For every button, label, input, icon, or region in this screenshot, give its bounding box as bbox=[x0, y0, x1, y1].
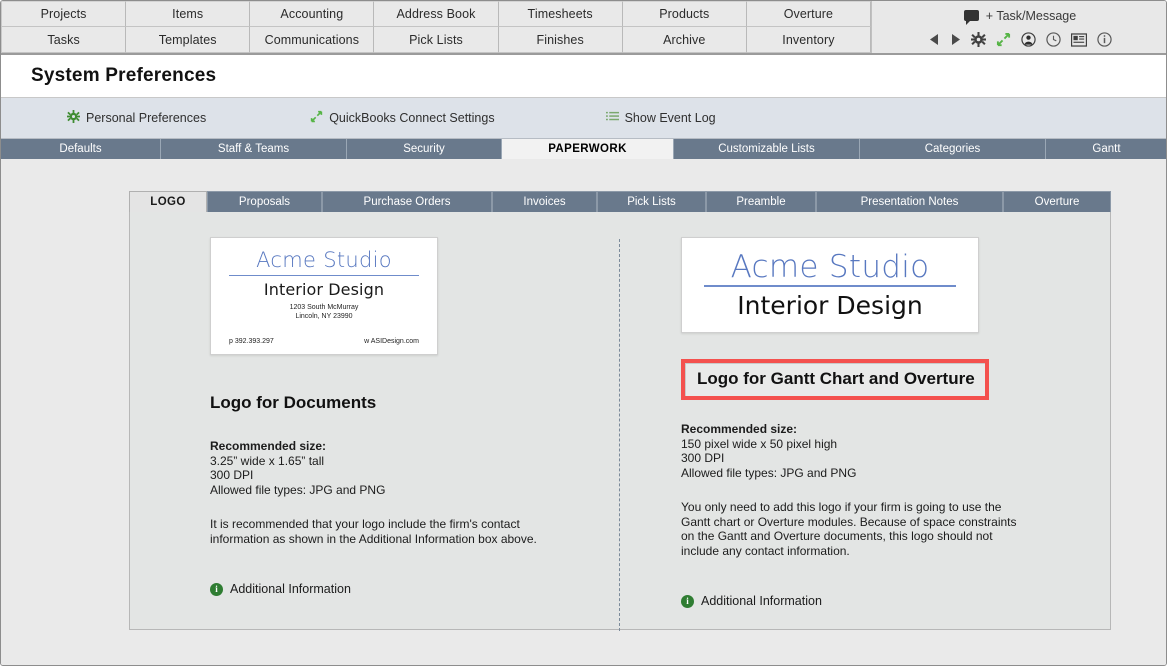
sub-tab-pick-lists[interactable]: Pick Lists bbox=[597, 191, 706, 212]
action-bar: Personal Preferences QuickBooks Connect … bbox=[1, 98, 1166, 139]
sub-tab-purchase-orders[interactable]: Purchase Orders bbox=[322, 191, 492, 212]
task-message-label: + Task/Message bbox=[985, 8, 1077, 23]
logo-subtitle: Interior Design bbox=[263, 280, 385, 299]
card-icon[interactable] bbox=[1070, 32, 1087, 47]
rec-dpi: 300 DPI bbox=[210, 468, 254, 482]
logo-address-line-1: 1203 South McMurray bbox=[289, 304, 359, 311]
info-icon: i bbox=[681, 594, 694, 608]
additional-information-link[interactable]: i Additional Information bbox=[210, 582, 600, 596]
document-logo-preview[interactable]: Acme Studio Interior Design 1203 South M… bbox=[210, 237, 438, 355]
logo-rule bbox=[229, 275, 419, 276]
page-header: System Preferences bbox=[1, 53, 1166, 98]
expand-arrows-icon[interactable] bbox=[996, 32, 1011, 47]
message-bubble-icon bbox=[963, 10, 979, 25]
module-tab-address-book[interactable]: Address Book bbox=[374, 1, 499, 27]
module-tab-row-1: Projects Items Accounting Address Book T… bbox=[1, 1, 871, 27]
documents-recommended-size: Recommended size: 3.25” wide x 1.65” tal… bbox=[210, 439, 600, 497]
sub-tab-presentation-notes[interactable]: Presentation Notes bbox=[816, 191, 1003, 212]
additional-information-label: Additional Information bbox=[701, 594, 822, 608]
additional-information-label: Additional Information bbox=[230, 582, 351, 596]
module-tab-communications[interactable]: Communications bbox=[250, 27, 375, 53]
info-icon[interactable] bbox=[1096, 32, 1112, 47]
expand-arrows-icon bbox=[310, 110, 323, 126]
module-tab-archive[interactable]: Archive bbox=[622, 27, 747, 53]
module-tab-templates[interactable]: Templates bbox=[126, 27, 251, 53]
logo-company-name: Acme Studio bbox=[256, 248, 392, 272]
section-tab-gantt[interactable]: Gantt bbox=[1046, 139, 1166, 159]
module-tab-row-2: Tasks Templates Communications Pick List… bbox=[1, 27, 871, 53]
application-window: Projects Items Accounting Address Book T… bbox=[0, 0, 1167, 666]
quickbooks-connect-settings-link[interactable]: QuickBooks Connect Settings bbox=[310, 110, 495, 126]
rec-file-types: Allowed file types: JPG and PNG bbox=[210, 482, 386, 497]
logo-subtitle: Interior Design bbox=[737, 291, 923, 320]
logo-website: w ASIDesign.com bbox=[364, 338, 419, 345]
event-log-label: Show Event Log bbox=[624, 111, 716, 125]
gantt-logo-preview[interactable]: Acme Studio Interior Design bbox=[681, 237, 979, 333]
documents-description: It is recommended that your logo include… bbox=[210, 517, 537, 546]
sub-tab-logo[interactable]: LOGO bbox=[129, 191, 207, 212]
module-tab-items[interactable]: Items bbox=[126, 1, 251, 27]
gear-icon bbox=[67, 110, 80, 126]
rec-dimensions: 150 pixel wide x 50 pixel high bbox=[681, 436, 838, 451]
section-tab-staff-teams[interactable]: Staff & Teams bbox=[161, 139, 347, 159]
sub-tab-overture[interactable]: Overture bbox=[1003, 191, 1111, 212]
module-tab-finishes[interactable]: Finishes bbox=[498, 27, 623, 53]
gantt-logo-heading: Logo for Gantt Chart and Overture bbox=[697, 369, 975, 388]
module-tab-products[interactable]: Products bbox=[622, 1, 747, 27]
back-arrow-icon[interactable] bbox=[929, 33, 940, 46]
module-tab-tasks[interactable]: Tasks bbox=[1, 27, 127, 53]
sub-tab-proposals[interactable]: Proposals bbox=[207, 191, 322, 212]
additional-information-link[interactable]: i Additional Information bbox=[681, 594, 1081, 608]
sub-tab-invoices[interactable]: Invoices bbox=[492, 191, 597, 212]
rec-title: Recommended size: bbox=[210, 439, 327, 453]
rec-file-types: Allowed file types: JPG and PNG bbox=[681, 465, 857, 480]
show-event-log-link[interactable]: Show Event Log bbox=[605, 111, 716, 126]
module-tab-accounting[interactable]: Accounting bbox=[250, 1, 375, 27]
module-tab-grid: Projects Items Accounting Address Book T… bbox=[1, 1, 871, 53]
module-tab-overture[interactable]: Overture bbox=[746, 1, 871, 27]
forward-arrow-icon[interactable] bbox=[950, 33, 961, 46]
module-tab-inventory[interactable]: Inventory bbox=[746, 27, 871, 53]
section-tabs: Defaults Staff & Teams Security PAPERWOR… bbox=[1, 139, 1166, 159]
section-tab-categories[interactable]: Categories bbox=[860, 139, 1046, 159]
gear-icon[interactable] bbox=[970, 32, 986, 47]
module-tab-projects[interactable]: Projects bbox=[1, 1, 127, 27]
gantt-description: You only need to add this logo if your f… bbox=[681, 500, 1017, 558]
info-icon: i bbox=[210, 582, 223, 596]
rec-dimensions: 3.25” wide x 1.65” tall bbox=[210, 453, 325, 468]
toolbar-icon-row bbox=[929, 28, 1112, 52]
logo-address-line-2: Lincoln, NY 23990 bbox=[295, 313, 353, 320]
rec-dpi: 300 DPI bbox=[681, 451, 725, 465]
logo-rule bbox=[704, 285, 956, 287]
sub-tabs: LOGO Proposals Purchase Orders Invoices … bbox=[129, 191, 1111, 212]
rec-title: Recommended size: bbox=[681, 422, 798, 436]
gantt-recommended-size: Recommended size: 150 pixel wide x 50 pi… bbox=[681, 422, 1081, 480]
logo-phone: p 392.393.297 bbox=[229, 338, 274, 345]
top-navigation: Projects Items Accounting Address Book T… bbox=[1, 1, 1166, 53]
section-tab-paperwork[interactable]: PAPERWORK bbox=[502, 139, 674, 159]
list-icon bbox=[605, 111, 619, 126]
column-divider bbox=[619, 239, 620, 631]
clock-icon[interactable] bbox=[1045, 32, 1061, 47]
section-tab-customizable-lists[interactable]: Customizable Lists bbox=[674, 139, 860, 159]
section-tab-defaults[interactable]: Defaults bbox=[1, 139, 161, 159]
page-title: System Preferences bbox=[31, 65, 217, 86]
logo-company-name: Acme Studio bbox=[730, 249, 930, 285]
quickbooks-label: QuickBooks Connect Settings bbox=[329, 111, 495, 125]
module-tab-pick-lists[interactable]: Pick Lists bbox=[374, 27, 499, 53]
gantt-logo-heading-highlight: Logo for Gantt Chart and Overture bbox=[681, 359, 989, 400]
gantt-logo-column: Acme Studio Interior Design Logo for Gan… bbox=[681, 237, 1081, 608]
documents-logo-column: Acme Studio Interior Design 1203 South M… bbox=[210, 237, 600, 596]
task-message-button[interactable]: + Task/Message bbox=[963, 4, 1077, 28]
personal-preferences-label: Personal Preferences bbox=[86, 111, 207, 125]
toolbar: + Task/Message bbox=[871, 1, 1166, 53]
documents-logo-heading: Logo for Documents bbox=[210, 393, 377, 412]
sub-tab-preamble[interactable]: Preamble bbox=[706, 191, 816, 212]
user-icon[interactable] bbox=[1020, 32, 1036, 47]
module-tab-timesheets[interactable]: Timesheets bbox=[498, 1, 623, 27]
personal-preferences-link[interactable]: Personal Preferences bbox=[67, 110, 206, 126]
section-tab-security[interactable]: Security bbox=[347, 139, 502, 159]
